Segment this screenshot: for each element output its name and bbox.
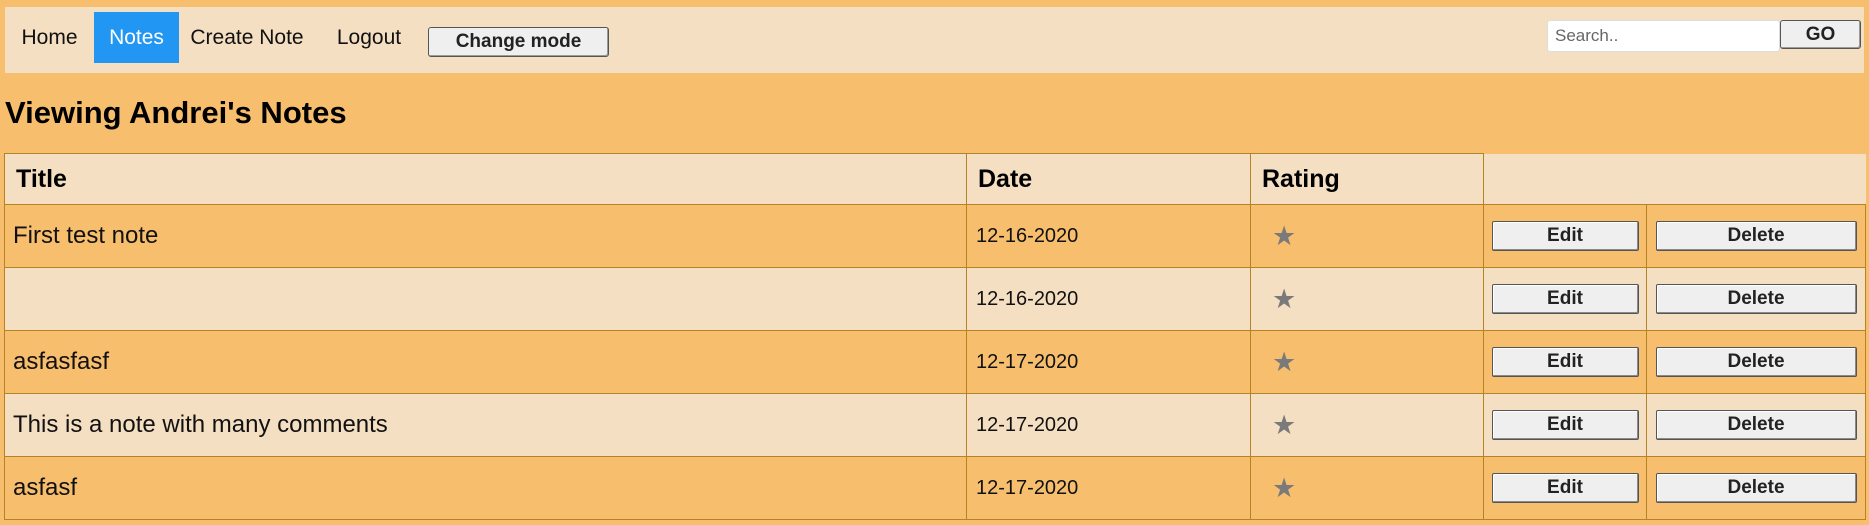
star-icon[interactable]: ★ — [1272, 284, 1296, 314]
column-header-actions — [1483, 153, 1866, 205]
star-icon[interactable]: ★ — [1272, 347, 1296, 377]
delete-button[interactable]: Delete — [1655, 410, 1857, 440]
table-row: 12-16-2020 ★ Edit Delete — [4, 267, 1866, 331]
search-go-button[interactable]: GO — [1780, 20, 1861, 49]
edit-button[interactable]: Edit — [1491, 473, 1639, 503]
table-header-row: Title Date Rating — [4, 153, 1866, 205]
delete-cell: Delete — [1646, 330, 1866, 394]
edit-cell: Edit — [1483, 393, 1647, 457]
notes-table: Title Date Rating First test note 12-16-… — [4, 153, 1866, 520]
note-rating: ★ — [1250, 267, 1484, 331]
nav-notes-link[interactable]: Notes — [94, 12, 179, 63]
delete-button[interactable]: Delete — [1655, 347, 1857, 377]
delete-button[interactable]: Delete — [1655, 284, 1857, 314]
table-row: asfasfasf 12-17-2020 ★ Edit Delete — [4, 330, 1866, 394]
edit-button[interactable]: Edit — [1491, 410, 1639, 440]
delete-cell: Delete — [1646, 393, 1866, 457]
search-input[interactable] — [1547, 20, 1780, 52]
note-date: 12-16-2020 — [966, 267, 1251, 331]
delete-cell: Delete — [1646, 267, 1866, 331]
edit-button[interactable]: Edit — [1491, 347, 1639, 377]
table-row: First test note 12-16-2020 ★ Edit Delete — [4, 204, 1866, 268]
star-icon[interactable]: ★ — [1272, 410, 1296, 440]
column-header-rating: Rating — [1250, 153, 1484, 205]
note-rating: ★ — [1250, 204, 1484, 268]
note-date: 12-17-2020 — [966, 330, 1251, 394]
edit-cell: Edit — [1483, 267, 1647, 331]
table-row: asfasf 12-17-2020 ★ Edit Delete — [4, 456, 1866, 520]
note-title — [4, 267, 967, 331]
delete-cell: Delete — [1646, 204, 1866, 268]
note-title: asfasfasf — [4, 330, 967, 394]
note-title: This is a note with many comments — [4, 393, 967, 457]
edit-cell: Edit — [1483, 456, 1647, 520]
nav-logout-link[interactable]: Logout — [315, 12, 423, 63]
page-title: Viewing Andrei's Notes — [5, 95, 347, 130]
edit-button[interactable]: Edit — [1491, 284, 1639, 314]
note-date: 12-17-2020 — [966, 456, 1251, 520]
column-header-date: Date — [966, 153, 1251, 205]
table-row: This is a note with many comments 12-17-… — [4, 393, 1866, 457]
nav-create-note-link[interactable]: Create Note — [179, 12, 315, 63]
column-header-title: Title — [4, 153, 967, 205]
change-mode-button[interactable]: Change mode — [428, 27, 609, 57]
delete-button[interactable]: Delete — [1655, 473, 1857, 503]
delete-button[interactable]: Delete — [1655, 221, 1857, 251]
note-date: 12-17-2020 — [966, 393, 1251, 457]
delete-cell: Delete — [1646, 456, 1866, 520]
note-date: 12-16-2020 — [966, 204, 1251, 268]
note-title: First test note — [4, 204, 967, 268]
top-navbar: Home Notes Create Note Logout Change mod… — [5, 7, 1864, 73]
nav-home-link[interactable]: Home — [5, 12, 94, 63]
star-icon[interactable]: ★ — [1272, 473, 1296, 503]
edit-button[interactable]: Edit — [1491, 221, 1639, 251]
note-rating: ★ — [1250, 330, 1484, 394]
edit-cell: Edit — [1483, 330, 1647, 394]
note-rating: ★ — [1250, 456, 1484, 520]
note-rating: ★ — [1250, 393, 1484, 457]
star-icon[interactable]: ★ — [1272, 221, 1296, 251]
note-title: asfasf — [4, 456, 967, 520]
edit-cell: Edit — [1483, 204, 1647, 268]
